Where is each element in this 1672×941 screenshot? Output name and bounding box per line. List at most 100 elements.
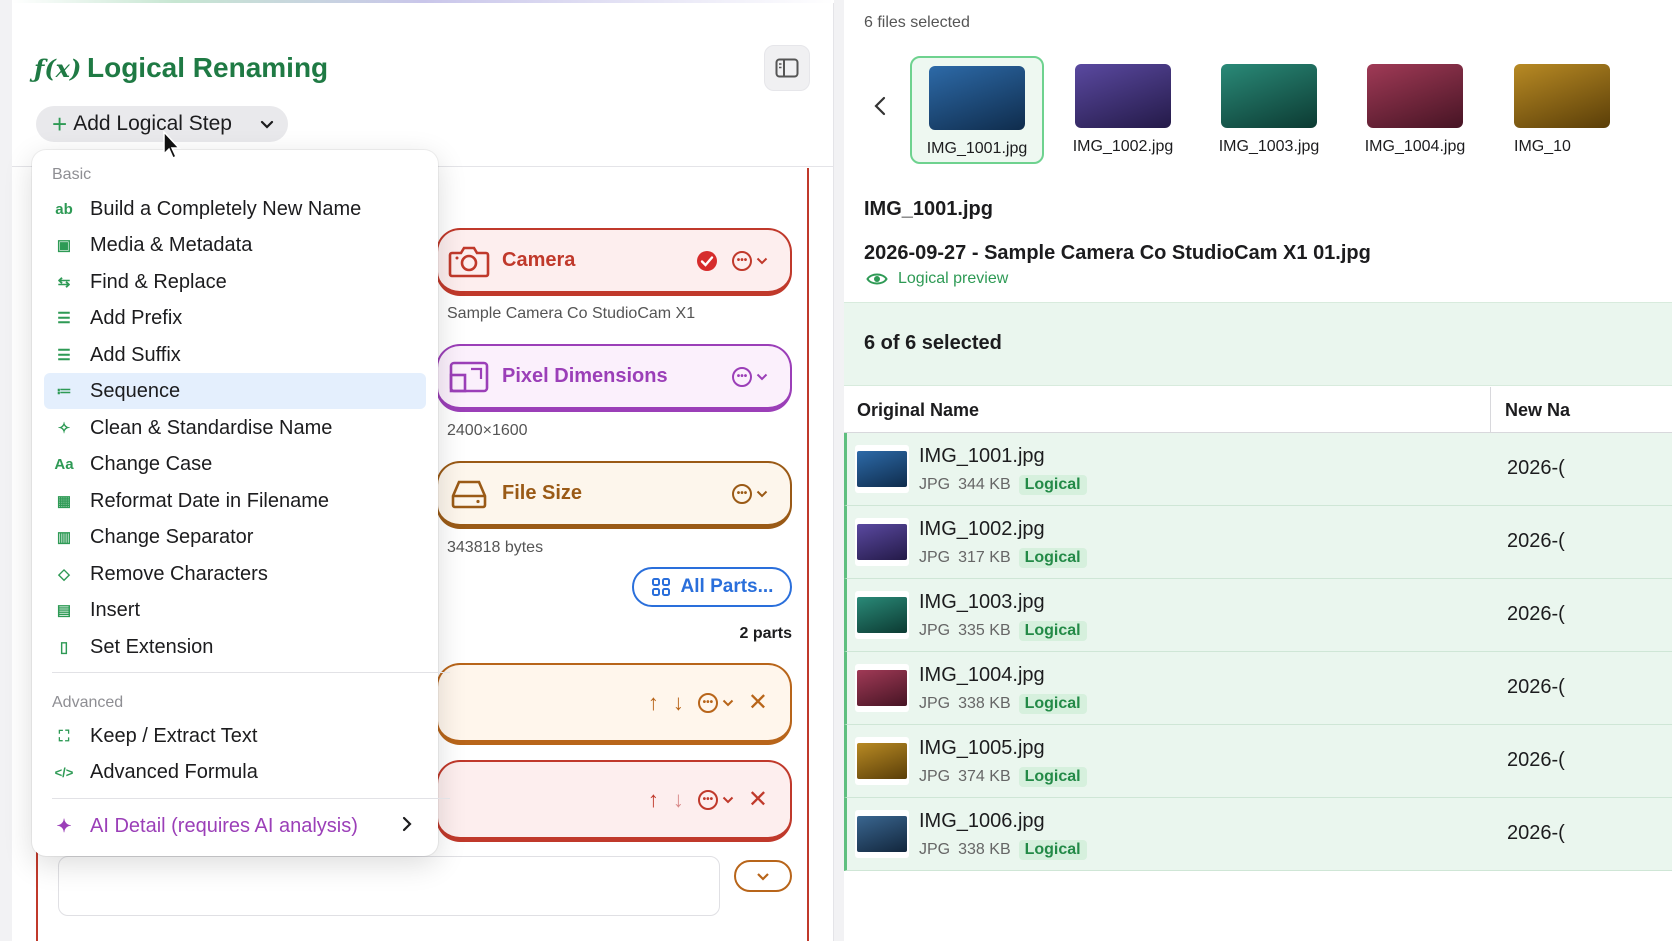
menu-item-label: Advanced Formula bbox=[90, 760, 258, 783]
step-options-button[interactable]: ••• bbox=[732, 483, 768, 504]
part-card[interactable]: ↑ ↓ ••• ✕ bbox=[436, 760, 792, 842]
thumbnail-item[interactable]: IMG_1002.jpg bbox=[1056, 56, 1190, 164]
menu-item-remove-characters[interactable]: ◇ Remove Characters bbox=[44, 556, 426, 592]
menu-item-advanced-formula[interactable]: </> Advanced Formula bbox=[44, 754, 426, 790]
expand-button[interactable] bbox=[734, 860, 792, 892]
row-file-size: 335 KB bbox=[958, 622, 1011, 639]
menu-item-change-case[interactable]: Aa Change Case bbox=[44, 446, 426, 482]
table-row[interactable]: IMG_1006.jpg JPG 338 KB Logical 2026-( bbox=[844, 798, 1672, 871]
row-badge: Logical bbox=[1018, 621, 1087, 641]
menu-item-add-prefix[interactable]: ☰ Add Prefix bbox=[44, 300, 426, 336]
menu-item-label: Insert bbox=[90, 598, 141, 621]
chevron-down-icon bbox=[756, 257, 768, 264]
thumbnail-item[interactable]: IMG_1004.jpg bbox=[1348, 56, 1482, 164]
step-card-value: Sample Camera Co StudioCam X1 bbox=[447, 305, 696, 322]
menu-item-label: AI Detail (requires AI analysis) bbox=[90, 814, 358, 837]
menu-item-ai-detail[interactable]: ✦ AI Detail (requires AI analysis) bbox=[44, 808, 426, 844]
swap-icon: ⇆ bbox=[57, 274, 71, 291]
row-thumbnail bbox=[855, 591, 909, 639]
menu-item-label: Change Case bbox=[90, 452, 213, 475]
text-input[interactable] bbox=[58, 856, 720, 916]
menu-item-media-metadata[interactable]: ▣ Media & Metadata bbox=[44, 227, 426, 263]
row-new-name: 2026-( bbox=[1507, 822, 1565, 844]
move-down-icon[interactable]: ↓ bbox=[673, 788, 684, 811]
row-file-size: 317 KB bbox=[958, 549, 1011, 566]
code-icon: </> bbox=[54, 764, 74, 780]
table-row[interactable]: IMG_1005.jpg JPG 374 KB Logical 2026-( bbox=[844, 725, 1672, 798]
row-badge: Logical bbox=[1018, 694, 1087, 714]
menu-section-advanced: Advanced bbox=[52, 694, 124, 711]
row-meta: JPG 338 KB Logical bbox=[919, 694, 1087, 714]
columns-icon: ▥ bbox=[56, 529, 72, 546]
move-down-icon[interactable]: ↓ bbox=[673, 691, 684, 714]
step-card-file-size[interactable]: File Size ••• bbox=[436, 461, 792, 529]
chevron-down-icon bbox=[260, 112, 274, 136]
column-header-new-name[interactable]: New Na bbox=[1505, 400, 1570, 421]
table-row[interactable]: IMG_1001.jpg JPG 344 KB Logical 2026-( bbox=[844, 433, 1672, 506]
top-accent-bar bbox=[12, 0, 834, 3]
column-header-original-name[interactable]: Original Name bbox=[857, 400, 979, 421]
row-file-type: JPG bbox=[919, 476, 951, 493]
step-card-value: 2400×1600 bbox=[447, 422, 528, 439]
prefix-icon: ☰ bbox=[57, 310, 71, 327]
previous-button[interactable] bbox=[874, 96, 886, 122]
step-options-button[interactable]: ••• bbox=[732, 366, 768, 387]
thumbnail-caption: IMG_10 bbox=[1514, 138, 1571, 155]
menu-item-sequence[interactable]: ≔ Sequence bbox=[44, 373, 426, 409]
sparkles-icon: ✦ bbox=[56, 815, 72, 836]
thumbnail-caption: IMG_1002.jpg bbox=[1072, 138, 1174, 155]
thumbnail-item[interactable]: IMG_10 bbox=[1494, 56, 1628, 164]
chevron-down-icon bbox=[757, 872, 769, 881]
toggle-sidebar-button[interactable] bbox=[764, 45, 810, 91]
part-options-button[interactable]: ••• bbox=[697, 692, 734, 713]
row-file-size: 338 KB bbox=[958, 695, 1011, 712]
logical-preview-text: Logical preview bbox=[898, 270, 1009, 287]
move-up-icon[interactable]: ↑ bbox=[648, 788, 659, 811]
menu-item-insert[interactable]: ▤ Insert bbox=[44, 592, 426, 628]
menu-item-add-suffix[interactable]: ☰ Add Suffix bbox=[44, 337, 426, 373]
column-divider[interactable] bbox=[1490, 387, 1491, 433]
thumbnail-item[interactable]: IMG_1001.jpg bbox=[910, 56, 1044, 164]
move-up-icon[interactable]: ↑ bbox=[648, 691, 659, 714]
thumbnail-caption: IMG_1004.jpg bbox=[1364, 138, 1466, 155]
thumbnail-image bbox=[1221, 64, 1317, 128]
menu-item-label: Find & Replace bbox=[90, 270, 227, 293]
thumbnail-item[interactable]: IMG_1003.jpg bbox=[1202, 56, 1336, 164]
row-new-name: 2026-( bbox=[1507, 530, 1565, 552]
menu-item-set-extension[interactable]: ▯ Set Extension bbox=[44, 629, 426, 665]
row-original-name: IMG_1001.jpg bbox=[919, 445, 1045, 467]
step-options-button[interactable]: ••• bbox=[732, 250, 768, 271]
suffix-icon: ☰ bbox=[57, 347, 71, 364]
row-thumbnail bbox=[855, 518, 909, 566]
menu-item-clean-standardise[interactable]: ✧ Clean & Standardise Name bbox=[44, 410, 426, 446]
row-meta: JPG 338 KB Logical bbox=[919, 840, 1087, 860]
menu-item-keep-extract[interactable]: ⛶ Keep / Extract Text bbox=[44, 718, 426, 754]
row-new-name: 2026-( bbox=[1507, 457, 1565, 479]
row-thumbnail bbox=[855, 445, 909, 493]
row-file-size: 344 KB bbox=[958, 476, 1011, 493]
part-card[interactable]: ↑ ↓ ••• ✕ bbox=[436, 663, 792, 745]
remove-part-icon[interactable]: ✕ bbox=[748, 690, 768, 715]
remove-part-icon[interactable]: ✕ bbox=[748, 787, 768, 812]
table-row[interactable]: IMG_1002.jpg JPG 317 KB Logical 2026-( bbox=[844, 506, 1672, 579]
sparkle-broom-icon: ✧ bbox=[57, 420, 71, 437]
preview-original-name: IMG_1001.jpg bbox=[864, 198, 993, 220]
step-card-pixel-dimensions[interactable]: Pixel Dimensions ••• bbox=[436, 344, 792, 412]
thumbnail-caption: IMG_1003.jpg bbox=[1218, 138, 1320, 155]
row-file-size: 338 KB bbox=[958, 841, 1011, 858]
group-border-line bbox=[36, 850, 38, 941]
part-options-button[interactable]: ••• bbox=[697, 789, 734, 810]
row-file-size: 374 KB bbox=[958, 768, 1011, 785]
camera-icon bbox=[448, 246, 490, 277]
menu-item-reformat-date[interactable]: ▦ Reformat Date in Filename bbox=[44, 483, 426, 519]
row-original-name: IMG_1005.jpg bbox=[919, 737, 1045, 759]
table-row[interactable]: IMG_1004.jpg JPG 338 KB Logical 2026-( bbox=[844, 652, 1672, 725]
menu-item-change-separator[interactable]: ▥ Change Separator bbox=[44, 519, 426, 555]
table-row[interactable]: IMG_1003.jpg JPG 335 KB Logical 2026-( bbox=[844, 579, 1672, 652]
menu-item-find-replace[interactable]: ⇆ Find & Replace bbox=[44, 264, 426, 300]
menu-item-build-new-name[interactable]: ab Build a Completely New Name bbox=[44, 191, 426, 227]
row-meta: JPG 335 KB Logical bbox=[919, 621, 1087, 641]
all-parts-button[interactable]: All Parts... bbox=[632, 567, 792, 607]
chevron-down-icon bbox=[756, 490, 768, 497]
step-card-camera[interactable]: Camera ••• bbox=[436, 228, 792, 296]
